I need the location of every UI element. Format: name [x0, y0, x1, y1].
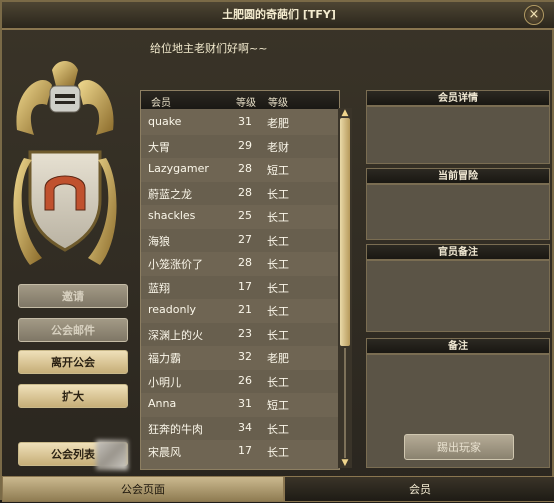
- member-level: 27: [238, 232, 252, 246]
- member-row[interactable]: readonly 21 长工: [141, 299, 339, 323]
- scroll-up-icon[interactable]: ▲: [339, 108, 351, 118]
- member-row[interactable]: 狂奔的牛肉 34 长工: [141, 416, 339, 440]
- guild-window: 土肥圆的奇葩们 [TFY] × 给位地主老财们好啊~~ 邀请 公会邮件 离开公会…: [0, 0, 554, 502]
- member-rank: 长工: [267, 422, 289, 436]
- member-level: 31: [238, 397, 252, 410]
- member-row[interactable]: 小明儿 26 长工: [141, 369, 339, 393]
- member-rank: 长工: [267, 375, 289, 389]
- leave-guild-button[interactable]: 离开公会: [18, 350, 128, 374]
- member-level: 28: [238, 185, 252, 199]
- window-title: 土肥圆的奇葩们 [TFY]: [2, 2, 554, 30]
- member-name: 小笼涨价了: [148, 258, 203, 271]
- member-level: 32: [238, 350, 252, 363]
- member-rank: 长工: [267, 281, 289, 295]
- member-row[interactable]: 宋晨风 17 长工: [141, 440, 339, 464]
- member-level: 17: [238, 444, 252, 457]
- member-list-scrollbar[interactable]: ▲ ▼: [338, 108, 352, 468]
- member-row[interactable]: 福力霸 32 老肥: [141, 346, 339, 370]
- officer-note-header: 官员备注: [366, 244, 550, 260]
- scroll-track: [344, 348, 346, 458]
- member-level: 21: [238, 303, 252, 316]
- member-row[interactable]: Lazygamer 28 短工: [141, 158, 339, 182]
- member-rank: 老财: [267, 140, 289, 154]
- member-name: 蔚蓝之龙: [148, 187, 192, 201]
- member-rank: 短工: [267, 164, 289, 177]
- bottom-tabs: 公会页面 会员: [2, 476, 554, 502]
- member-name: 大胃: [148, 140, 170, 154]
- member-rank: 老肥: [267, 117, 289, 130]
- kick-player-button[interactable]: 踢出玩家: [404, 434, 514, 460]
- member-rank: 长工: [267, 328, 289, 342]
- close-icon[interactable]: ×: [524, 5, 544, 25]
- member-row[interactable]: 蔚蓝之龙 28 长工: [141, 181, 339, 205]
- member-name: 宋晨风: [148, 446, 181, 459]
- tab-guild-page[interactable]: 公会页面: [2, 476, 284, 502]
- member-row[interactable]: 深渊上的火 23 长工: [141, 322, 339, 346]
- redacted-area: [96, 440, 128, 470]
- member-rank: 短工: [267, 399, 289, 412]
- member-name: Lazygamer: [148, 162, 209, 175]
- member-rank: 长工: [267, 187, 289, 201]
- member-name: 小明儿: [148, 375, 181, 389]
- member-level: 23: [238, 326, 252, 340]
- member-name: shackles: [148, 209, 196, 222]
- member-level: 34: [238, 420, 252, 434]
- member-level: 25: [238, 209, 252, 222]
- scroll-thumb[interactable]: [340, 118, 350, 346]
- scroll-down-icon[interactable]: ▼: [339, 458, 351, 468]
- member-rank: 长工: [267, 234, 289, 248]
- member-rank: 长工: [267, 258, 289, 271]
- member-rank: 长工: [267, 305, 289, 318]
- member-name: 狂奔的牛肉: [148, 422, 203, 436]
- invite-button[interactable]: 邀请: [18, 284, 128, 308]
- tab-members[interactable]: 会员: [284, 476, 554, 502]
- member-details-panel: [366, 106, 550, 164]
- member-row[interactable]: 蓝翔 17 长工: [141, 275, 339, 299]
- member-rank: 长工: [267, 446, 289, 459]
- member-name: 蓝翔: [148, 281, 170, 295]
- member-level: 28: [238, 162, 252, 175]
- member-row[interactable]: shackles 25 长工: [141, 205, 339, 229]
- member-rank: 长工: [267, 211, 289, 224]
- current-adventure-panel: [366, 184, 550, 240]
- member-name: 福力霸: [148, 352, 181, 365]
- note-header: 备注: [366, 338, 550, 354]
- guild-mail-button[interactable]: 公会邮件: [18, 318, 128, 342]
- member-rank: 老肥: [267, 352, 289, 365]
- member-row[interactable]: Anna 31 短工: [141, 393, 339, 417]
- member-name: Anna: [148, 397, 177, 410]
- member-level: 29: [238, 138, 252, 152]
- member-level: 26: [238, 373, 252, 387]
- member-list: 会员 等级 等级 quake 31 老肥 大胃 29 老财 Lazygamer 28 短工 蔚蓝之…: [140, 90, 340, 470]
- member-name: readonly: [148, 303, 197, 316]
- member-level: 17: [238, 279, 252, 293]
- member-name: 海狼: [148, 234, 170, 248]
- column-rank[interactable]: 等级: [268, 94, 288, 109]
- member-list-header: 会员 等级 等级: [141, 91, 339, 109]
- guild-greeting: 给位地主老财们好啊~~: [150, 42, 268, 55]
- current-adventure-header: 当前冒险: [366, 168, 550, 184]
- member-name: 深渊上的火: [148, 328, 203, 342]
- expand-button[interactable]: 扩大: [18, 384, 128, 408]
- column-name[interactable]: 会员: [151, 94, 171, 109]
- officer-note-panel[interactable]: [366, 260, 550, 332]
- member-row[interactable]: 海狼 27 长工: [141, 228, 339, 252]
- member-row[interactable]: 小笼涨价了 28 长工: [141, 252, 339, 276]
- member-details-header: 会员详情: [366, 90, 550, 106]
- guild-crest-icon: [13, 61, 117, 265]
- member-row[interactable]: quake 31 老肥: [141, 111, 339, 135]
- column-level[interactable]: 等级: [236, 94, 256, 109]
- member-row[interactable]: 大胃 29 老财: [141, 134, 339, 158]
- member-name: quake: [148, 115, 182, 128]
- member-level: 31: [238, 115, 252, 128]
- member-level: 28: [238, 256, 252, 269]
